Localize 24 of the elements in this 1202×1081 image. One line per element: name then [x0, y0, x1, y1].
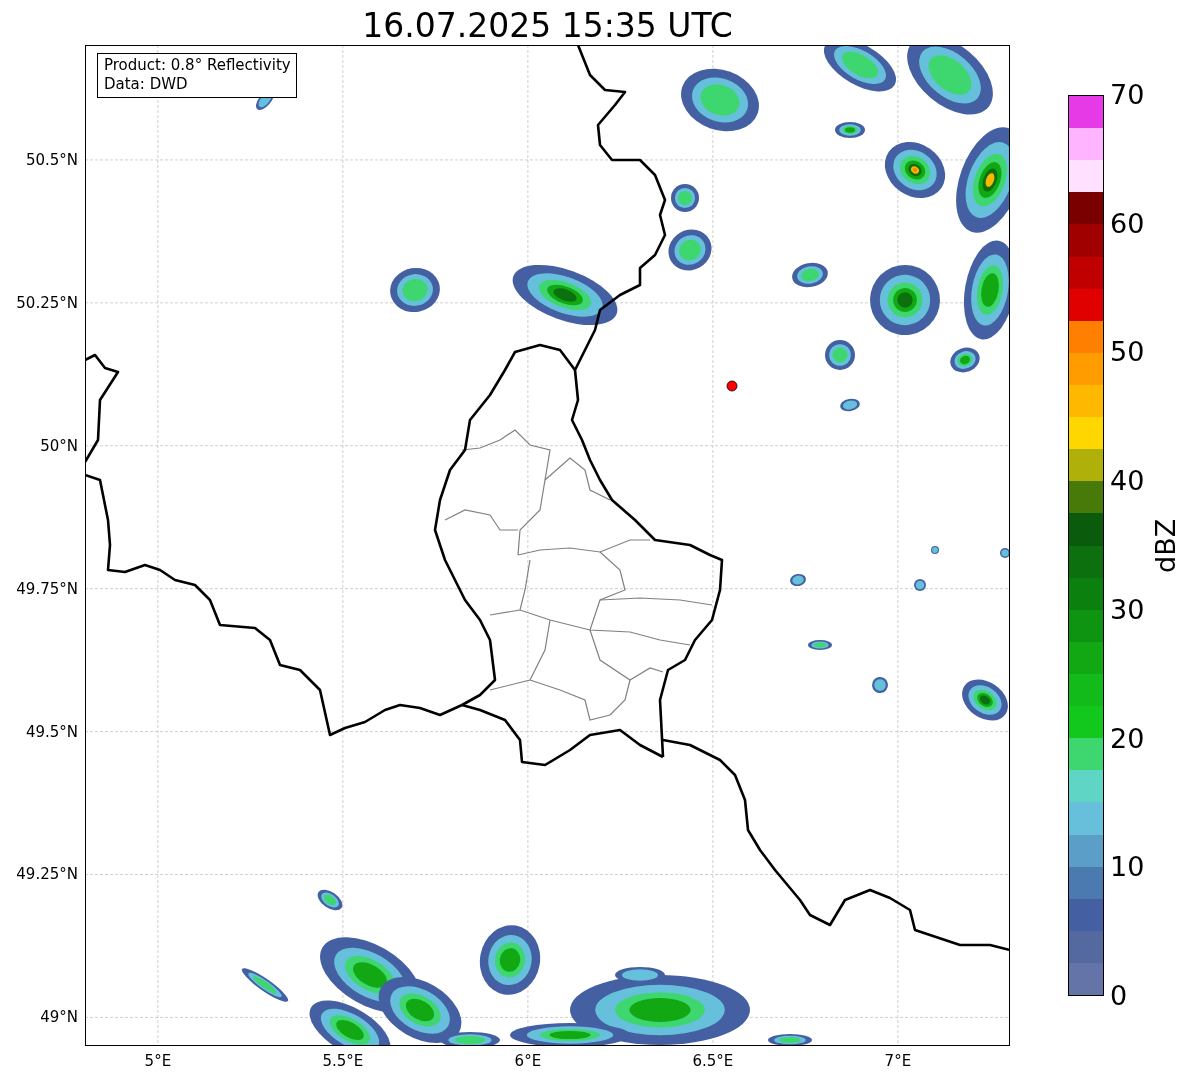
- colorbar-unit-label: dBZ: [1150, 517, 1180, 575]
- longitude-label: 6.5°E: [692, 1052, 734, 1070]
- colorbar-tick-label: 40: [1110, 466, 1145, 497]
- info-box: Product: 0.8° Reflectivity Data: DWD: [97, 53, 297, 98]
- colorbar-tick-label: 10: [1110, 852, 1145, 883]
- colorbar-tick-label: 60: [1110, 208, 1145, 239]
- latitude-label: 50.25°N: [16, 293, 78, 312]
- plot-title: 16.07.2025 15:35 UTC: [361, 5, 734, 45]
- longitude-label: 7°E: [884, 1052, 912, 1070]
- colorbar-tick-label: 0: [1110, 981, 1128, 1011]
- latitude-label: 49.5°N: [25, 722, 78, 741]
- location-marker: [726, 380, 738, 392]
- longitude-label: 5.5°E: [322, 1052, 364, 1070]
- longitude-label: 6°E: [514, 1052, 542, 1070]
- latitude-label: 49.75°N: [16, 579, 78, 598]
- colorbar-tick-label: 30: [1110, 594, 1145, 625]
- colorbar-tick-label: 50: [1110, 337, 1145, 368]
- longitude-label: 5°E: [144, 1052, 172, 1070]
- colorbar-tick-label: 70: [1110, 80, 1145, 110]
- latitude-label: 50°N: [40, 436, 78, 455]
- latitude-label: 49°N: [40, 1008, 78, 1027]
- latitude-label: 50.5°N: [25, 150, 78, 169]
- latitude-label: 49.25°N: [16, 865, 78, 884]
- colorbar-tick-label: 20: [1110, 723, 1145, 754]
